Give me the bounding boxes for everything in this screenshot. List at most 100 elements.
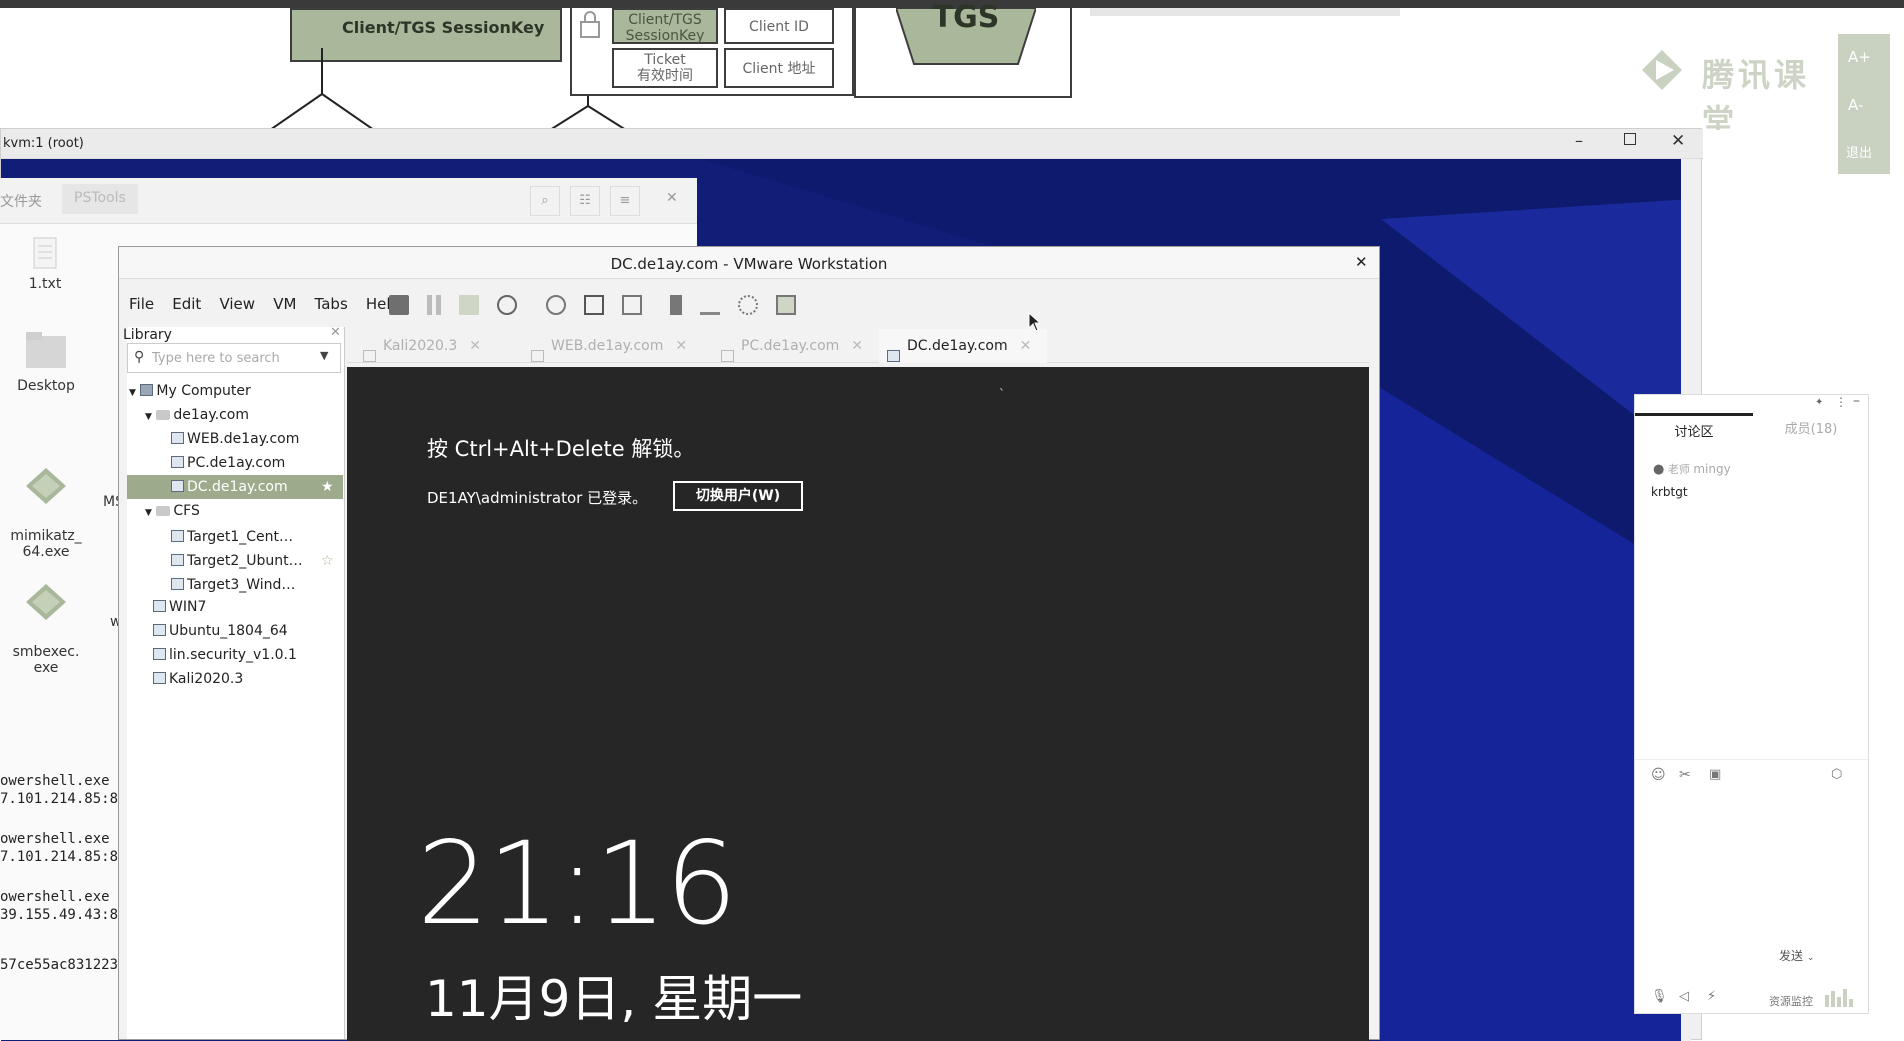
exit-button[interactable]: 退出 — [1846, 142, 1872, 161]
tree-vm-win7[interactable]: WIN7 — [153, 595, 206, 619]
folder-icon — [26, 332, 66, 368]
speaker-icon[interactable]: ◁ — [1679, 989, 1689, 1004]
tab-kali[interactable]: Kali2020.3 ✕ — [355, 329, 481, 363]
pin-icon[interactable]: ✦ — [1815, 397, 1823, 408]
file-icon-1txt[interactable]: 1.txt — [0, 236, 90, 292]
chat-panel: ✦ ⋮ – 讨论区 成员(18) ● 老师 mingy krbtgt ☺ ✂ ▣… — [1634, 393, 1869, 1014]
image-icon[interactable]: ▣ — [1709, 767, 1721, 782]
close-icon[interactable]: ✕ — [1671, 131, 1685, 151]
unlock-hint: 按 Ctrl+Alt+Delete 解锁。 — [427, 437, 695, 461]
guest-lock-screen[interactable]: ` 按 Ctrl+Alt+Delete 解锁。 DE1AY\administra… — [347, 367, 1369, 1041]
menu-view[interactable]: View — [219, 295, 255, 313]
favorite-star-icon[interactable]: ★ — [321, 475, 334, 499]
kvm-title: kvm:1 (root) — [3, 136, 84, 151]
snapshot-icon[interactable] — [545, 295, 566, 315]
vm-icon — [171, 432, 184, 444]
cursor-mark-icon: ` — [999, 387, 1005, 401]
vm-icon — [153, 624, 166, 636]
logged-in-user: DE1AY\administrator 已登录。 — [427, 489, 648, 507]
library-toggle-icon[interactable] — [669, 295, 682, 315]
tab-close-icon[interactable]: ✕ — [851, 338, 863, 354]
play-icon[interactable] — [459, 295, 480, 315]
breadcrumb-folder[interactable]: 文件夹 — [0, 191, 42, 211]
file-label: Desktop — [17, 378, 75, 394]
terminal-line: owershell.exe — [0, 831, 110, 847]
switch-user-button[interactable]: 切换用户(W) — [673, 481, 803, 511]
terminal-output: owershell.exe 7.101.214.85:8 owershell.e… — [0, 772, 118, 974]
tab-label: Kali2020.3 — [383, 338, 458, 354]
folder-icon-desktop[interactable]: Desktop — [1, 330, 91, 394]
snapshot-manager-icon[interactable] — [621, 295, 642, 315]
terminal-line: 7.101.214.85:8 — [0, 849, 119, 865]
tab-close-icon[interactable]: ✕ — [1020, 338, 1032, 354]
tree-vm-linsecurity[interactable]: lin.security_v1.0.1 — [153, 643, 297, 667]
kvm-titlebar: kvm:1 (root) – ✕ — [1, 129, 1703, 159]
computer-icon — [140, 384, 154, 396]
emoji-icon[interactable]: ☺ — [1651, 767, 1666, 783]
menu-edit[interactable]: Edit — [172, 295, 201, 313]
tree-label: lin.security_v1.0.1 — [169, 647, 297, 663]
refresh-icon[interactable] — [497, 295, 518, 315]
camera-off-icon[interactable]: ⚡ — [1707, 989, 1716, 1004]
file-icon-smbexec[interactable]: smbexec. exe — [1, 566, 91, 692]
slide-fragment — [1090, 8, 1400, 16]
resource-monitor[interactable]: 资源监控 — [1769, 993, 1813, 1009]
chevron-down-icon[interactable]: ▼ — [320, 349, 328, 362]
favorite-star-icon[interactable]: ☆ — [321, 549, 334, 573]
library-search-box[interactable]: ⚲ Type here to search ▼ — [127, 343, 341, 373]
vmware-close-icon[interactable]: ✕ — [1355, 253, 1368, 271]
tree-vm-ubuntu[interactable]: Ubuntu_1804_64 — [153, 619, 288, 643]
resource-monitor-graph — [1825, 989, 1853, 1007]
menu-tabs[interactable]: Tabs — [315, 295, 348, 313]
view-toggle-icon[interactable]: ☷ — [570, 186, 600, 216]
tree-vm-pc[interactable]: PC.de1ay.com — [171, 451, 285, 475]
lock-date: 11月9日, 星期一 — [425, 970, 803, 1028]
settings-icon[interactable]: ⬡ — [1831, 767, 1842, 782]
revert-snapshot-icon[interactable] — [583, 295, 604, 315]
menu-icon[interactable]: ≡ — [610, 186, 640, 216]
tab-web[interactable]: WEB.de1ay.com ✕ — [523, 329, 687, 363]
tab-close-icon[interactable]: ✕ — [469, 338, 481, 354]
message-role: 老师 — [1667, 463, 1690, 476]
maximize-icon[interactable] — [1624, 133, 1636, 145]
tree-vm-target2[interactable]: Target2_Ubunt… ☆ — [171, 549, 343, 573]
tree-vm-dc[interactable]: DC.de1ay.com ★ — [127, 475, 343, 499]
search-input[interactable]: Type here to search — [152, 351, 280, 366]
send-button[interactable]: 发送 ⌄ — [1779, 947, 1814, 964]
tree-vm-target1[interactable]: Target1_Cent… — [171, 525, 293, 549]
tab-pc[interactable]: PC.de1ay.com ✕ — [713, 329, 863, 363]
font-increase-button[interactable]: A+ — [1848, 48, 1871, 66]
fullscreen-icon[interactable] — [776, 295, 797, 315]
breadcrumb-current[interactable]: PSTools — [62, 184, 138, 214]
microphone-icon[interactable]: 🎙 — [1651, 989, 1668, 1004]
tree-vm-kali[interactable]: Kali2020.3 — [153, 667, 243, 691]
tab-close-icon[interactable]: ✕ — [675, 338, 687, 354]
tab-members[interactable]: 成员(18) — [1753, 413, 1869, 449]
tab-discussion[interactable]: 讨论区 — [1635, 413, 1753, 449]
vm-tab-bar: Kali2020.3 ✕ WEB.de1ay.com ✕ PC.de1ay.com ✕… — [347, 329, 1369, 363]
tree-folder-cfs[interactable]: ▼ CFS — [145, 499, 200, 523]
power-icon[interactable] — [389, 295, 409, 315]
fit-guest-icon[interactable] — [738, 295, 759, 315]
pause-icon[interactable] — [427, 295, 442, 315]
tree-vm-target3[interactable]: Target3_Wind… — [171, 573, 295, 597]
file-icon-mimikatz[interactable]: mimikatz_ 64.exe — [1, 450, 91, 576]
tree-folder-de1ay[interactable]: ▼ de1ay.com — [145, 403, 249, 427]
chat-minimize-icon[interactable]: – — [1853, 393, 1860, 409]
tab-dc[interactable]: DC.de1ay.com ✕ — [879, 329, 1047, 363]
menu-file[interactable]: File — [129, 295, 154, 313]
library-close-icon[interactable]: ✕ — [330, 325, 341, 340]
menu-vm[interactable]: VM — [273, 295, 296, 313]
chevron-down-icon[interactable]: ⌄ — [1807, 953, 1815, 963]
fm-close-icon[interactable]: ✕ — [666, 190, 678, 206]
tree-my-computer[interactable]: ▼ My Computer — [129, 379, 251, 403]
font-decrease-button[interactable]: A- — [1848, 96, 1863, 114]
scissors-icon[interactable]: ✂ — [1679, 767, 1691, 783]
more-icon[interactable]: ⋮ — [1835, 395, 1847, 409]
vm-icon — [171, 578, 184, 590]
search-icon[interactable]: ⌕ — [530, 186, 560, 216]
tree-vm-web[interactable]: WEB.de1ay.com — [171, 427, 299, 451]
thumbnail-icon[interactable] — [700, 295, 721, 315]
terminal-line: 39.155.49.43:8 — [0, 907, 119, 923]
minimize-icon[interactable]: – — [1575, 131, 1583, 150]
